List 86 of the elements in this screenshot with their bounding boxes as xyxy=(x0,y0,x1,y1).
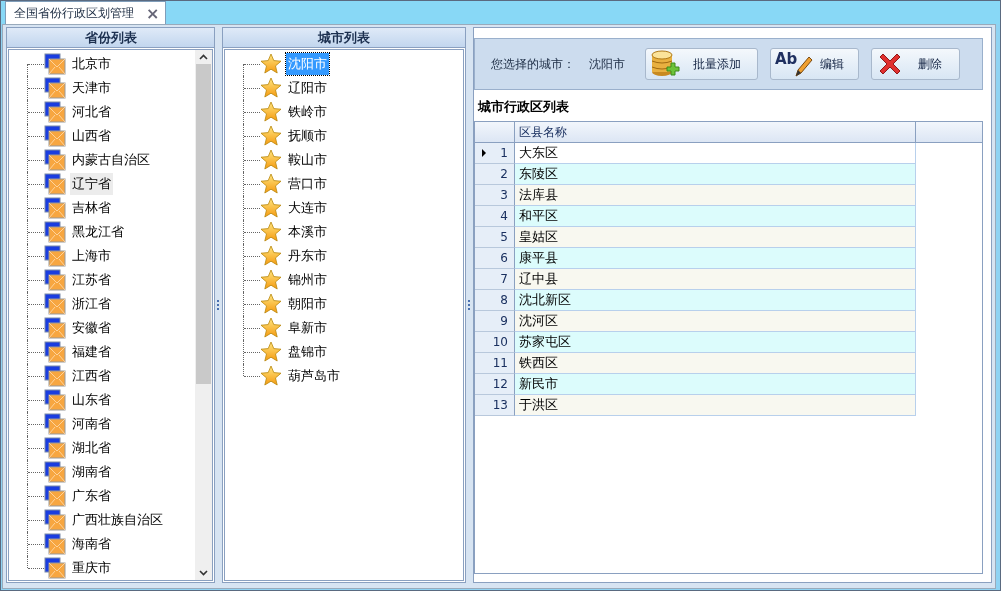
province-item[interactable]: 湖北省 xyxy=(70,437,113,459)
row-number: 11 xyxy=(492,356,508,370)
row-header[interactable]: 1 xyxy=(475,143,515,164)
add-button[interactable]: 批量添加 xyxy=(645,48,758,80)
city-label: 您选择的城市： xyxy=(491,55,575,73)
delete-button[interactable]: 删除 xyxy=(871,48,960,80)
document-tab[interactable]: 全国省份行政区划管理 × xyxy=(5,1,167,24)
province-item[interactable]: 江苏省 xyxy=(70,269,113,291)
row-header[interactable]: 9 xyxy=(475,311,515,332)
province-item[interactable]: 辽宁省 xyxy=(70,173,113,195)
city-item[interactable]: 铁岭市 xyxy=(285,101,329,123)
tab-title: 全国省份行政区划管理 xyxy=(14,4,134,22)
province-item[interactable]: 内蒙古自治区 xyxy=(70,149,152,171)
province-item[interactable]: 河南省 xyxy=(70,413,113,435)
table-cell: 皇姑区 xyxy=(515,227,916,248)
province-item[interactable]: 重庆市 xyxy=(70,557,113,579)
row-number: 7 xyxy=(500,272,508,286)
city-item[interactable]: 葫芦岛市 xyxy=(285,365,342,387)
row-number: 1 xyxy=(500,146,508,160)
table-cell: 东陵区 xyxy=(515,164,916,185)
city-item[interactable]: 盘锦市 xyxy=(285,341,329,363)
row-header[interactable]: 8 xyxy=(475,290,515,311)
province-item[interactable]: 广东省 xyxy=(70,485,113,507)
province-item[interactable]: 山东省 xyxy=(70,389,113,411)
row-header[interactable]: 5 xyxy=(475,227,515,248)
province-item[interactable]: 浙江省 xyxy=(70,293,113,315)
province-item[interactable]: 安徽省 xyxy=(70,317,113,339)
close-icon[interactable]: × xyxy=(146,3,160,23)
city-item[interactable]: 大连市 xyxy=(285,197,329,219)
table-cell: 苏家屯区 xyxy=(515,332,916,353)
row-number: 6 xyxy=(500,251,508,265)
city-item[interactable]: 丹东市 xyxy=(285,245,329,267)
row-header[interactable]: 11 xyxy=(475,353,515,374)
table-cell: 大东区 xyxy=(515,143,916,164)
row-header[interactable]: 3 xyxy=(475,185,515,206)
panel-header: 省份列表 xyxy=(7,28,215,48)
grid-title: 城市行政区列表 xyxy=(476,98,570,116)
province-item[interactable]: 天津市 xyxy=(70,77,113,99)
province-item[interactable]: 江西省 xyxy=(70,365,113,387)
table-cell: 铁西区 xyxy=(515,353,916,374)
province-item[interactable]: 吉林省 xyxy=(70,197,113,219)
row-header[interactable]: 10 xyxy=(475,332,515,353)
province-item[interactable]: 广西壮族自治区 xyxy=(70,509,165,531)
row-number: 9 xyxy=(500,314,508,328)
table-cell: 辽中县 xyxy=(515,269,916,290)
city-item[interactable]: 本溪市 xyxy=(285,221,329,243)
table-cell: 沈北新区 xyxy=(515,290,916,311)
province-item[interactable]: 山西省 xyxy=(70,125,113,147)
column-header[interactable]: 区县名称 xyxy=(515,122,916,143)
row-number: 3 xyxy=(500,188,508,202)
province-item[interactable]: 上海市 xyxy=(70,245,113,267)
row-header[interactable]: 4 xyxy=(475,206,515,227)
city-item[interactable]: 辽阳市 xyxy=(285,77,329,99)
panel-header: 城市列表 xyxy=(222,28,466,48)
edit-button[interactable]: Ab 编辑 xyxy=(770,48,859,80)
city-item[interactable]: 营口市 xyxy=(285,173,329,195)
row-header[interactable]: 2 xyxy=(475,164,515,185)
table-cell: 新民市 xyxy=(515,374,916,395)
city-item[interactable]: 鞍山市 xyxy=(285,149,329,171)
row-number: 2 xyxy=(500,167,508,181)
table-cell: 和平区 xyxy=(515,206,916,227)
city-item[interactable]: 阜新市 xyxy=(285,317,329,339)
row-number: 8 xyxy=(500,293,508,307)
selected-city: 沈阳市 xyxy=(589,55,625,73)
row-number: 13 xyxy=(492,398,508,412)
city-item[interactable]: 锦州市 xyxy=(285,269,329,291)
city-item[interactable]: 抚顺市 xyxy=(285,125,329,147)
row-number: 12 xyxy=(492,377,508,391)
province-item[interactable]: 北京市 xyxy=(70,53,113,75)
city-item[interactable]: 朝阳市 xyxy=(285,293,329,315)
province-item[interactable]: 海南省 xyxy=(70,533,113,555)
province-item[interactable]: 河北省 xyxy=(70,101,113,123)
row-number: 5 xyxy=(500,230,508,244)
row-number: 4 xyxy=(500,209,508,223)
table-cell: 法库县 xyxy=(515,185,916,206)
row-header[interactable]: 12 xyxy=(475,374,515,395)
province-item[interactable]: 湖南省 xyxy=(70,461,113,483)
table-cell: 于洪区 xyxy=(515,395,916,416)
table-cell: 沈河区 xyxy=(515,311,916,332)
row-header[interactable]: 6 xyxy=(475,248,515,269)
row-number: 10 xyxy=(492,335,508,349)
province-item[interactable]: 福建省 xyxy=(70,341,113,363)
table-cell: 康平县 xyxy=(515,248,916,269)
row-header[interactable]: 13 xyxy=(475,395,515,416)
province-item[interactable]: 黑龙江省 xyxy=(70,221,126,243)
row-header[interactable]: 7 xyxy=(475,269,515,290)
